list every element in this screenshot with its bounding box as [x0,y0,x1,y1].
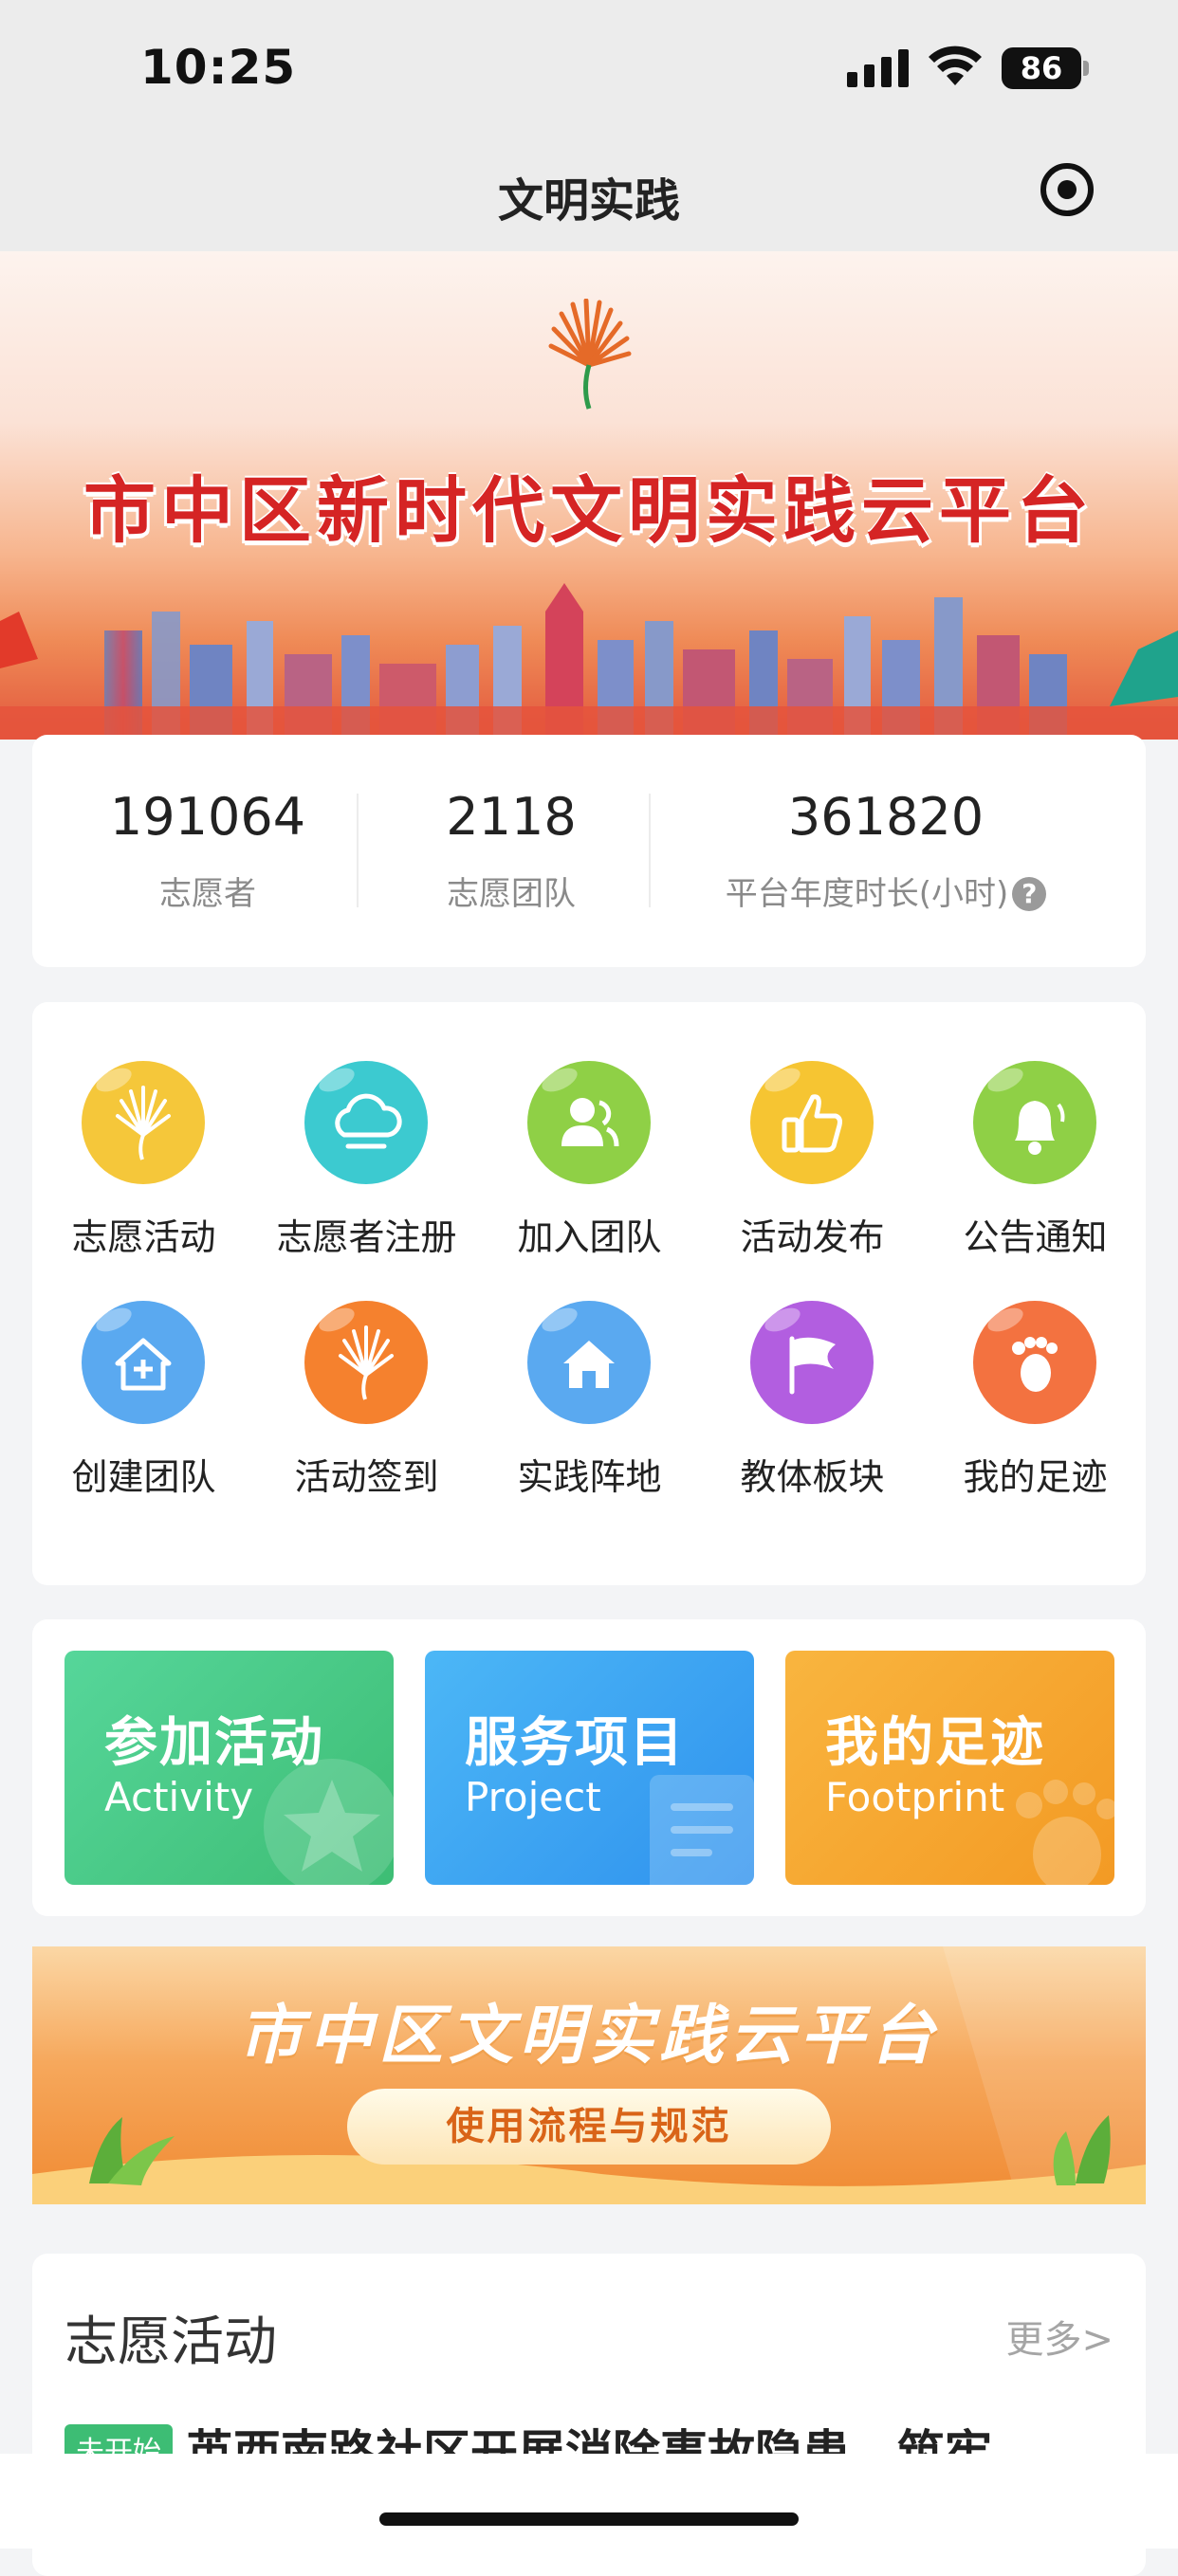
grid-item-my-footprint[interactable]: 我的足迹 [924,1301,1147,1500]
grid-item-publish-activity[interactable]: 活动发布 [701,1061,924,1260]
grid-item-announcement[interactable]: 公告通知 [924,1061,1147,1260]
grid-item-volunteer-register[interactable]: 志愿者注册 [255,1061,478,1260]
grid-item-join-team[interactable]: 加入团队 [478,1061,701,1260]
fan-icon [82,1061,205,1184]
battery-indicator: 86 [1002,47,1089,89]
stat-label: 平台年度时长(小时) [725,875,1009,913]
home-indicator-area [0,2454,1178,2549]
team-icon [527,1061,651,1184]
footprint-icon [1016,1780,1114,1885]
grid-label: 我的足迹 [963,1456,1108,1498]
stat-teams: 2118 志愿团队 [374,792,649,914]
stat-volunteers: 191064 志愿者 [70,792,345,914]
promo-title: 市中区文明实践云平台 [237,1999,940,2074]
grid-item-create-team[interactable]: 创建团队 [32,1301,255,1500]
page-title: 文明实践 [497,174,680,228]
stat-divider [357,794,359,907]
status-bar: 10:25 86 [0,0,1178,142]
home-indicator[interactable] [379,2512,799,2526]
grid-label: 活动签到 [294,1456,439,1498]
document-icon [650,1775,754,1885]
city-skyline [0,583,1178,740]
grid-item-volunteer-activity[interactable]: 志愿活动 [32,1061,255,1260]
card-title: 参加活动 [104,1712,324,1774]
more-link[interactable]: 更多> [1005,2309,1114,2364]
grid-label: 志愿者注册 [276,1216,457,1258]
grid-item-education-sports[interactable]: 教体板块 [701,1301,924,1500]
banner-title: 市中区新时代文明实践云平台 [83,468,1095,553]
house-plus-icon [82,1301,205,1424]
grid-item-activity-checkin[interactable]: 活动签到 [255,1301,478,1500]
usage-guide-button[interactable]: 使用流程与规范 [347,2089,831,2165]
help-icon[interactable]: ? [1012,877,1047,911]
stat-hours: 361820 平台年度时长(小时)? [677,792,1095,914]
bell-icon [973,1061,1096,1184]
nav-bar: 文明实践 [0,142,1178,251]
stat-value: 361820 [787,787,985,847]
quick-entry-card: 参加活动 Activity 服务项目 Project 我的足迹 Footprin… [32,1619,1146,1916]
stat-value: 2118 [446,787,577,847]
grid-label: 加入团队 [517,1216,662,1258]
card-title: 服务项目 [465,1712,685,1774]
thumbs-up-icon [750,1061,874,1184]
cloud-icon [304,1061,428,1184]
card-subtitle: Project [465,1774,601,1820]
fan-logo-icon [548,299,632,410]
grid-label: 创建团队 [71,1456,216,1498]
cellular-signal-icon [847,49,909,87]
grid-label: 教体板块 [740,1456,885,1498]
stat-label: 志愿者 [159,875,256,913]
stat-divider [649,794,651,907]
wifi-icon [929,46,982,85]
flag-icon [750,1301,874,1424]
record-icon[interactable] [1040,163,1094,216]
card-subtitle: Footprint [825,1774,1005,1820]
join-activity-card[interactable]: 参加活动 Activity [64,1651,394,1885]
stat-label: 志愿团队 [447,875,576,913]
house-icon [527,1301,651,1424]
card-title: 我的足迹 [825,1712,1045,1774]
status-time: 10:25 [140,40,297,95]
my-footprint-card[interactable]: 我的足迹 Footprint [785,1651,1114,1885]
grid-label: 活动发布 [740,1216,885,1258]
service-project-card[interactable]: 服务项目 Project [425,1651,754,1885]
fan-icon [304,1301,428,1424]
card-subtitle: Activity [104,1774,254,1820]
grid-label: 实践阵地 [517,1456,662,1498]
grid-label: 公告通知 [963,1216,1108,1258]
battery-level: 86 [1002,47,1081,89]
stats-card: 191064 志愿者 2118 志愿团队 361820 平台年度时长(小时)? [32,735,1146,967]
hero-banner[interactable]: 市中区新时代文明实践云平台 [0,251,1178,740]
grid-label: 志愿活动 [71,1216,216,1258]
section-title: 志愿活动 [64,2311,277,2373]
stat-value: 191064 [109,787,306,847]
grid-item-practice-base[interactable]: 实践阵地 [478,1301,701,1500]
function-grid: 志愿活动 志愿者注册 加入团队 活动发布 公告通知 创建团队 活动签到 实践阵地… [32,1002,1146,1585]
guide-banner[interactable]: 市中区文明实践云平台 使用流程与规范 [32,1946,1146,2204]
footprint-icon [973,1301,1096,1424]
